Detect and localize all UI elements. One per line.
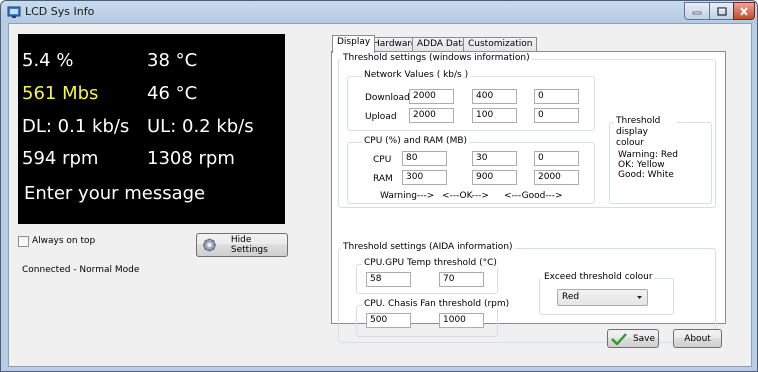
network-values-title: Network Values ( kb/s ) (362, 70, 471, 80)
legend-warning: Warning---> (380, 191, 435, 201)
maximize-icon (716, 6, 727, 16)
download-label: Download (365, 93, 410, 103)
lcd-upload-speed: UL: 0.2 kb/s (147, 116, 254, 137)
ram-good-field[interactable]: 2000 (534, 170, 579, 185)
fan-ok-field[interactable]: 1000 (439, 313, 484, 328)
tab-customization[interactable]: Customization (463, 37, 538, 52)
upload-good-field[interactable]: 0 (534, 108, 579, 123)
lcd-preview: 5.4 % 38 °C 561 Mbs 46 °C DL: 0.1 kb/s U… (18, 34, 285, 224)
lcd-gpu-temp: 46 °C (147, 83, 198, 104)
windows-threshold-title: Threshold settings (windows information) (341, 53, 532, 63)
checkmark-icon (611, 332, 627, 345)
always-on-top-checkbox[interactable] (18, 236, 29, 247)
upload-ok-field[interactable]: 100 (472, 108, 517, 123)
save-label: Save (632, 333, 656, 344)
hide-settings-label: Hide Settings (230, 235, 268, 255)
cpu-warning-field[interactable]: 80 (402, 151, 447, 166)
cpu-good-field[interactable]: 0 (534, 151, 579, 166)
connection-status: Connected - Normal Mode (22, 265, 140, 275)
temp-ok-field[interactable]: 70 (439, 272, 484, 287)
window-title: LCD Sys Info (25, 5, 95, 18)
tab-adda-data-label: ADDA Data (417, 39, 468, 49)
minimize-icon (692, 11, 702, 15)
chevron-down-icon (637, 296, 642, 299)
exceed-colour-title: Exceed threshold colour (542, 272, 655, 282)
minimize-button[interactable] (684, 2, 710, 20)
legend-good: <---Good---> (504, 191, 563, 201)
lcd-ram-used: 561 Mbs (22, 83, 99, 104)
colour-warning-line: Warning: Red (618, 150, 678, 160)
download-good-field[interactable]: 0 (534, 89, 579, 104)
temp-warning-field[interactable]: 58 (366, 272, 411, 287)
aida-threshold-title: Threshold settings (AIDA information) (341, 242, 515, 252)
title-bar[interactable]: LCD Sys Info (1, 1, 757, 23)
upload-warning-field[interactable]: 2000 (409, 108, 454, 123)
cpu-ram-title: CPU (%) and RAM (MB) (362, 136, 470, 146)
app-window: LCD Sys Info 5.4 % 38 °C 561 Mbs 46 °C D… (0, 0, 758, 372)
lcd-message: Enter your message (24, 183, 206, 204)
lcd-cpu-temp: 38 °C (147, 50, 198, 71)
lcd-chassis-fan: 1308 rpm (147, 148, 235, 169)
hide-settings-button[interactable]: Hide Settings (196, 233, 288, 257)
download-warning-field[interactable]: 2000 (409, 89, 454, 104)
ram-label: RAM (373, 174, 393, 184)
ram-warning-field[interactable]: 300 (402, 170, 447, 185)
temp-threshold-title: CPU.GPU Temp threshold (°C) (362, 258, 499, 268)
client-area: 5.4 % 38 °C 561 Mbs 46 °C DL: 0.1 kb/s U… (8, 23, 752, 367)
lcd-download-speed: DL: 0.1 kb/s (22, 116, 130, 137)
cpu-label: CPU (373, 155, 392, 165)
lcd-cpu-fan: 594 rpm (22, 148, 99, 169)
threshold-colour-title: Threshold display colour (614, 116, 676, 149)
tab-display[interactable]: Display (332, 35, 376, 53)
colour-good-line: Good: White (618, 170, 674, 180)
lcd-cpu-load: 5.4 % (22, 50, 74, 71)
fan-threshold-title: CPU. Chasis Fan threshold (rpm) (362, 299, 512, 309)
upload-label: Upload (365, 112, 397, 122)
tab-display-label: Display (337, 37, 371, 47)
maximize-button[interactable] (709, 2, 734, 20)
display-tab-page: Threshold settings (windows information)… (331, 51, 726, 343)
fan-warning-field[interactable]: 500 (366, 313, 411, 328)
about-label: About (684, 333, 711, 344)
settings-gear-icon (202, 238, 216, 252)
close-button[interactable] (733, 2, 755, 20)
colour-ok-line: OK: Yellow (618, 160, 665, 170)
tab-customization-label: Customization (468, 39, 533, 49)
legend-ok: <---OK---> (442, 191, 489, 201)
ram-ok-field[interactable]: 900 (472, 170, 517, 185)
close-icon (740, 6, 748, 16)
app-icon (7, 6, 21, 18)
download-ok-field[interactable]: 400 (472, 89, 517, 104)
about-button[interactable]: About (673, 329, 722, 348)
exceed-colour-select[interactable]: Red (557, 289, 648, 306)
always-on-top-label: Always on top (32, 236, 96, 246)
tab-hardware-label: Hardware (373, 39, 417, 49)
cpu-ok-field[interactable]: 30 (472, 151, 517, 166)
save-button[interactable]: Save (607, 329, 659, 348)
exceed-colour-value: Red (562, 292, 580, 302)
